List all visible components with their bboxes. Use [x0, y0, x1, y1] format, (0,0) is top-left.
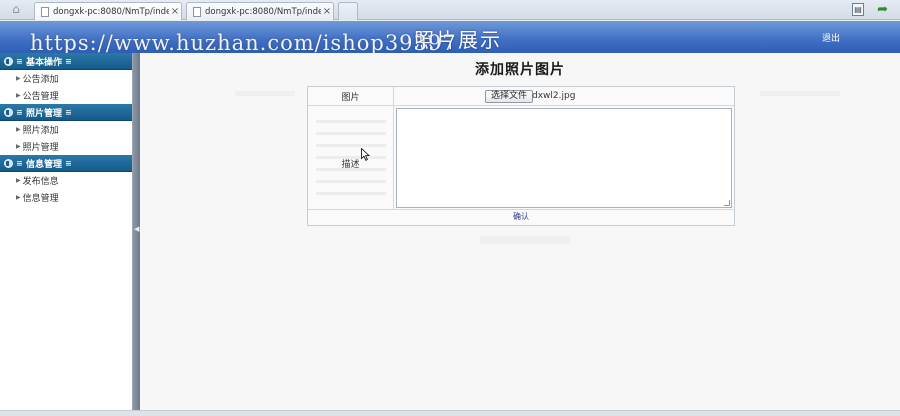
- home-icon[interactable]: ⌂: [8, 3, 24, 16]
- sidebar-item-label: 公告添加: [22, 75, 59, 85]
- page-menu-icon[interactable]: ▤: [852, 3, 864, 16]
- bullet-arrow-icon: ▶: [16, 194, 21, 201]
- image-field: 选择文件 dxwl2.jpg: [394, 87, 734, 105]
- submit-row: 确认: [308, 210, 734, 225]
- sidebar-item-info-publish[interactable]: ▶ 发布信息: [0, 172, 132, 189]
- sidebar-item-label: 发布信息: [22, 177, 59, 187]
- background-artifact: [235, 91, 295, 96]
- bullet-arrow-icon: ▶: [16, 92, 21, 99]
- app-header: 照片展示 https://www.huzhan.com/ishop39397 退…: [0, 21, 900, 55]
- sidebar-splitter[interactable]: ◀: [133, 53, 140, 410]
- description-row: 描述: [308, 106, 734, 210]
- logout-link[interactable]: 退出: [822, 31, 840, 44]
- sidebar: ≡ 基本操作 ≡ ▶ 公告添加 ▶ 公告管理 ≡ 照片管理 ≡ ▶ 照片添加 ▶…: [0, 53, 133, 410]
- page-title: 添加照片图片: [475, 62, 565, 78]
- page-icon: [193, 6, 201, 17]
- watermark-text: https://www.huzhan.com/ishop39397: [30, 31, 457, 55]
- image-label: 图片: [308, 87, 394, 105]
- sidebar-group-label: 信息管理: [26, 159, 63, 170]
- tab-title: dongxk-pc:8080/NmTp/inde: [205, 6, 321, 17]
- browser-tab-strip: ⌂ dongxk-pc:8080/NmTp/inde × dongxk-pc:8…: [0, 0, 900, 20]
- collapse-toggle-icon: [4, 56, 13, 66]
- mouse-cursor-icon: [361, 148, 370, 161]
- add-photo-form: 图片 选择文件 dxwl2.jpg 描述 确认: [307, 86, 735, 226]
- sidebar-group-photos[interactable]: ≡ 照片管理 ≡: [0, 104, 132, 121]
- background-artifact: [480, 236, 570, 244]
- collapse-toggle-icon: [4, 158, 13, 168]
- collapse-arrow-icon[interactable]: ◀: [134, 225, 139, 233]
- list-icon: ≡: [65, 56, 72, 66]
- close-tab-icon[interactable]: ×: [321, 6, 333, 17]
- tab-title: dongxk-pc:8080/NmTp/inde: [53, 6, 169, 17]
- image-row: 图片 选择文件 dxwl2.jpg: [308, 87, 734, 106]
- close-tab-icon[interactable]: ×: [169, 6, 181, 17]
- sidebar-item-photo-add[interactable]: ▶ 照片添加: [0, 121, 132, 138]
- sidebar-item-notice-manage[interactable]: ▶ 公告管理: [0, 87, 132, 104]
- list-icon: ≡: [65, 107, 72, 117]
- description-label-text: 描述: [341, 160, 360, 170]
- bullet-arrow-icon: ▶: [16, 177, 21, 184]
- sidebar-item-notice-add[interactable]: ▶ 公告添加: [0, 70, 132, 87]
- confirm-button[interactable]: 确认: [308, 211, 734, 222]
- main-content: 添加照片图片 图片 选择文件 dxwl2.jpg 描述 确认: [140, 53, 900, 410]
- sidebar-item-label: 照片管理: [22, 143, 59, 153]
- description-label: 描述: [308, 106, 394, 209]
- list-icon: ≡: [65, 158, 72, 168]
- sidebar-item-info-manage[interactable]: ▶ 信息管理: [0, 189, 132, 206]
- browser-tab-1[interactable]: dongxk-pc:8080/NmTp/inde ×: [34, 2, 182, 20]
- background-artifact: [760, 91, 840, 96]
- description-field: [394, 106, 734, 209]
- back-arrow-icon[interactable]: ➦: [877, 2, 888, 17]
- sidebar-group-label: 照片管理: [26, 108, 63, 119]
- list-icon: ≡: [16, 158, 23, 168]
- sidebar-group-basic[interactable]: ≡ 基本操作 ≡: [0, 53, 132, 70]
- collapse-toggle-icon: [4, 107, 13, 117]
- bullet-arrow-icon: ▶: [16, 126, 21, 133]
- page-icon: [41, 6, 49, 17]
- description-textarea[interactable]: [396, 108, 732, 208]
- bullet-arrow-icon: ▶: [16, 143, 21, 150]
- sidebar-item-label: 公告管理: [22, 92, 59, 102]
- new-tab-button[interactable]: [338, 2, 358, 20]
- sidebar-item-photo-manage[interactable]: ▶ 照片管理: [0, 138, 132, 155]
- sidebar-group-info[interactable]: ≡ 信息管理 ≡: [0, 155, 132, 172]
- bullet-arrow-icon: ▶: [16, 75, 21, 82]
- list-icon: ≡: [16, 56, 23, 66]
- browser-tab-2[interactable]: dongxk-pc:8080/NmTp/inde ×: [186, 2, 334, 20]
- choose-file-button[interactable]: 选择文件: [485, 90, 534, 103]
- sidebar-item-label: 照片添加: [22, 126, 59, 136]
- sidebar-item-label: 信息管理: [22, 194, 59, 204]
- status-bar: [0, 410, 900, 416]
- resize-grip-icon[interactable]: [724, 200, 730, 206]
- list-icon: ≡: [16, 107, 23, 117]
- sidebar-group-label: 基本操作: [26, 57, 63, 68]
- selected-file-name: dxwl2.jpg: [532, 91, 576, 101]
